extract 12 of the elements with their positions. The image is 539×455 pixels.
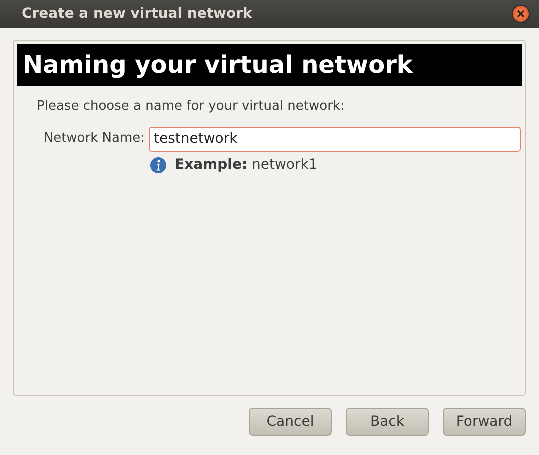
dialog-button[interactable]: Forward xyxy=(443,408,526,436)
dialog-button[interactable]: Back xyxy=(346,408,429,436)
page-header: Naming your virtual network xyxy=(17,44,522,86)
window-title: Create a new virtual network xyxy=(22,4,252,24)
network-name-field[interactable]: testnetwork xyxy=(149,126,521,152)
close-icon xyxy=(517,10,525,18)
dialog-button[interactable]: Cancel xyxy=(249,408,332,436)
field-label: Network Name: xyxy=(42,130,146,148)
prompt-text: Please choose a name for your virtual network: xyxy=(37,98,346,116)
example-hint: Example: network1 xyxy=(175,156,318,174)
close-button[interactable] xyxy=(512,5,530,23)
info-icon xyxy=(150,156,167,174)
